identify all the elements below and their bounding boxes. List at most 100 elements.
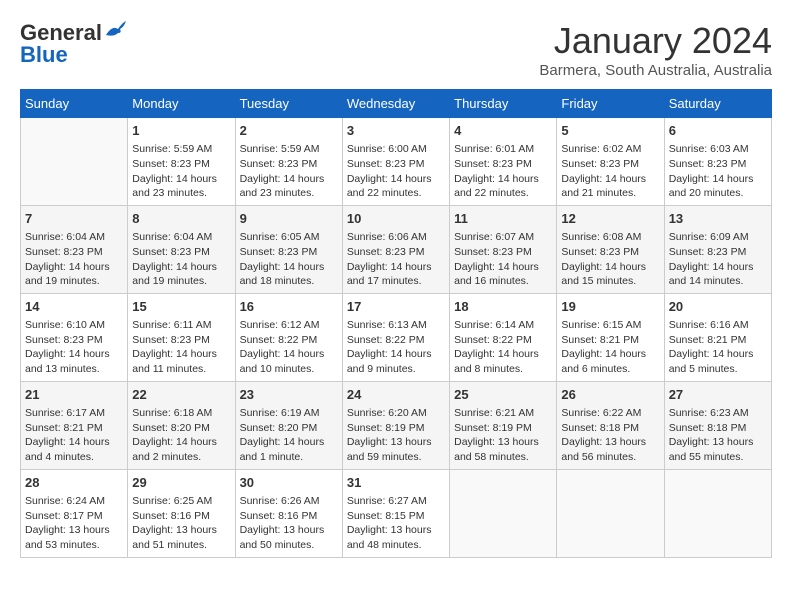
day-info: Sunrise: 6:04 AMSunset: 8:23 PMDaylight:… (25, 230, 123, 289)
day-cell: 25Sunrise: 6:21 AMSunset: 8:19 PMDayligh… (450, 381, 557, 469)
logo: General Blue (20, 20, 126, 68)
day-number: 3 (347, 122, 445, 140)
day-cell: 12 Sunrise: 6:08 AMSunset: 8:23 PMDayligh… (557, 205, 664, 293)
day-number: 5 (561, 122, 659, 140)
day-number: 12 (561, 210, 659, 228)
day-cell: 19 Sunrise: 6:15 AMSunset: 8:21 PMDayligh… (557, 293, 664, 381)
day-number: 14 (25, 298, 123, 316)
day-info: Sunrise: 6:18 AMSunset: 8:20 PMDaylight:… (132, 406, 230, 465)
day-cell: 7 Sunrise: 6:04 AMSunset: 8:23 PMDaylight… (21, 205, 128, 293)
day-header-thursday: Thursday (450, 90, 557, 118)
day-info: Sunrise: 6:20 AMSunset: 8:19 PMDaylight:… (347, 406, 445, 465)
day-cell: 13Sunrise: 6:09 AMSunset: 8:23 PMDayligh… (664, 205, 771, 293)
day-info: Sunrise: 6:05 AMSunset: 8:23 PMDaylight:… (240, 230, 338, 289)
day-info: Sunrise: 6:15 AMSunset: 8:21 PMDaylight:… (561, 318, 659, 377)
day-cell: 29 Sunrise: 6:25 AMSunset: 8:16 PMDayligh… (128, 469, 235, 557)
day-info: Sunrise: 5:59 AMSunset: 8:23 PMDaylight:… (240, 142, 338, 201)
day-cell: 20Sunrise: 6:16 AMSunset: 8:21 PMDayligh… (664, 293, 771, 381)
day-cell: 27 Sunrise: 6:23 AMSunset: 8:18 PMDayligh… (664, 381, 771, 469)
day-cell: 8 Sunrise: 6:04 AMSunset: 8:23 PMDaylight… (128, 205, 235, 293)
week-row-5: 28 Sunrise: 6:24 AMSunset: 8:17 PMDayligh… (21, 469, 772, 557)
day-info: Sunrise: 6:06 AMSunset: 8:23 PMDaylight:… (347, 230, 445, 289)
day-number: 2 (240, 122, 338, 140)
day-info: Sunrise: 6:11 AMSunset: 8:23 PMDaylight:… (132, 318, 230, 377)
day-number: 27 (669, 386, 767, 404)
day-info: Sunrise: 6:23 AMSunset: 8:18 PMDaylight:… (669, 406, 767, 465)
day-info: Sunrise: 5:59 AMSunset: 8:23 PMDaylight:… (132, 142, 230, 201)
day-cell (21, 118, 128, 206)
day-number: 16 (240, 298, 338, 316)
day-cell: 31Sunrise: 6:27 AMSunset: 8:15 PMDayligh… (342, 469, 449, 557)
week-row-3: 14 Sunrise: 6:10 AMSunset: 8:23 PMDayligh… (21, 293, 772, 381)
day-number: 30 (240, 474, 338, 492)
day-cell: 23 Sunrise: 6:19 AMSunset: 8:20 PMDayligh… (235, 381, 342, 469)
day-info: Sunrise: 6:17 AMSunset: 8:21 PMDaylight:… (25, 406, 123, 465)
day-cell (450, 469, 557, 557)
day-info: Sunrise: 6:24 AMSunset: 8:17 PMDaylight:… (25, 494, 123, 553)
week-row-1: 1 Sunrise: 5:59 AMSunset: 8:23 PMDaylight… (21, 118, 772, 206)
day-info: Sunrise: 6:27 AMSunset: 8:15 PMDaylight:… (347, 494, 445, 553)
day-number: 20 (669, 298, 767, 316)
location-subtitle: Barmera, South Australia, Australia (539, 62, 772, 79)
day-info: Sunrise: 6:22 AMSunset: 8:18 PMDaylight:… (561, 406, 659, 465)
day-number: 7 (25, 210, 123, 228)
day-number: 18 (454, 298, 552, 316)
day-number: 29 (132, 474, 230, 492)
day-number: 13 (669, 210, 767, 228)
day-number: 22 (132, 386, 230, 404)
day-info: Sunrise: 6:10 AMSunset: 8:23 PMDaylight:… (25, 318, 123, 377)
day-cell: 22 Sunrise: 6:18 AMSunset: 8:20 PMDayligh… (128, 381, 235, 469)
day-cell: 4Sunrise: 6:01 AMSunset: 8:23 PMDaylight… (450, 118, 557, 206)
month-title: January 2024 (539, 20, 772, 62)
day-cell: 28 Sunrise: 6:24 AMSunset: 8:17 PMDayligh… (21, 469, 128, 557)
day-header-monday: Monday (128, 90, 235, 118)
day-number: 25 (454, 386, 552, 404)
logo-bird-icon (104, 21, 126, 39)
day-cell: 18Sunrise: 6:14 AMSunset: 8:22 PMDayligh… (450, 293, 557, 381)
day-cell: 30 Sunrise: 6:26 AMSunset: 8:16 PMDayligh… (235, 469, 342, 557)
week-row-2: 7 Sunrise: 6:04 AMSunset: 8:23 PMDaylight… (21, 205, 772, 293)
day-info: Sunrise: 6:19 AMSunset: 8:20 PMDaylight:… (240, 406, 338, 465)
calendar-table: SundayMondayTuesdayWednesdayThursdayFrid… (20, 89, 772, 558)
day-header-friday: Friday (557, 90, 664, 118)
day-info: Sunrise: 6:03 AMSunset: 8:23 PMDaylight:… (669, 142, 767, 201)
day-cell: 5Sunrise: 6:02 AMSunset: 8:23 PMDaylight… (557, 118, 664, 206)
day-cell: 17 Sunrise: 6:13 AMSunset: 8:22 PMDayligh… (342, 293, 449, 381)
day-cell (664, 469, 771, 557)
day-header-saturday: Saturday (664, 90, 771, 118)
day-cell: 21Sunrise: 6:17 AMSunset: 8:21 PMDayligh… (21, 381, 128, 469)
day-info: Sunrise: 6:00 AMSunset: 8:23 PMDaylight:… (347, 142, 445, 201)
day-number: 1 (132, 122, 230, 140)
day-header-wednesday: Wednesday (342, 90, 449, 118)
day-number: 28 (25, 474, 123, 492)
day-cell: 26Sunrise: 6:22 AMSunset: 8:18 PMDayligh… (557, 381, 664, 469)
calendar-header-row: SundayMondayTuesdayWednesdayThursdayFrid… (21, 90, 772, 118)
day-cell: 2 Sunrise: 5:59 AMSunset: 8:23 PMDaylight… (235, 118, 342, 206)
day-cell: 9 Sunrise: 6:05 AMSunset: 8:23 PMDaylight… (235, 205, 342, 293)
day-cell: 3 Sunrise: 6:00 AMSunset: 8:23 PMDaylight… (342, 118, 449, 206)
day-info: Sunrise: 6:26 AMSunset: 8:16 PMDaylight:… (240, 494, 338, 553)
day-number: 9 (240, 210, 338, 228)
day-number: 19 (561, 298, 659, 316)
day-info: Sunrise: 6:07 AMSunset: 8:23 PMDaylight:… (454, 230, 552, 289)
day-info: Sunrise: 6:13 AMSunset: 8:22 PMDaylight:… (347, 318, 445, 377)
day-cell: 6Sunrise: 6:03 AMSunset: 8:23 PMDaylight… (664, 118, 771, 206)
day-cell: 24Sunrise: 6:20 AMSunset: 8:19 PMDayligh… (342, 381, 449, 469)
day-cell: 15 Sunrise: 6:11 AMSunset: 8:23 PMDayligh… (128, 293, 235, 381)
day-number: 11 (454, 210, 552, 228)
day-info: Sunrise: 6:25 AMSunset: 8:16 PMDaylight:… (132, 494, 230, 553)
title-block: January 2024 Barmera, South Australia, A… (539, 20, 772, 79)
day-cell: 10Sunrise: 6:06 AMSunset: 8:23 PMDayligh… (342, 205, 449, 293)
day-number: 8 (132, 210, 230, 228)
day-cell (557, 469, 664, 557)
day-info: Sunrise: 6:08 AMSunset: 8:23 PMDaylight:… (561, 230, 659, 289)
day-number: 4 (454, 122, 552, 140)
day-number: 17 (347, 298, 445, 316)
page-header: General Blue January 2024 Barmera, South… (20, 20, 772, 79)
day-number: 23 (240, 386, 338, 404)
day-cell: 14 Sunrise: 6:10 AMSunset: 8:23 PMDayligh… (21, 293, 128, 381)
day-info: Sunrise: 6:12 AMSunset: 8:22 PMDaylight:… (240, 318, 338, 377)
day-number: 15 (132, 298, 230, 316)
week-row-4: 21Sunrise: 6:17 AMSunset: 8:21 PMDayligh… (21, 381, 772, 469)
day-info: Sunrise: 6:04 AMSunset: 8:23 PMDaylight:… (132, 230, 230, 289)
